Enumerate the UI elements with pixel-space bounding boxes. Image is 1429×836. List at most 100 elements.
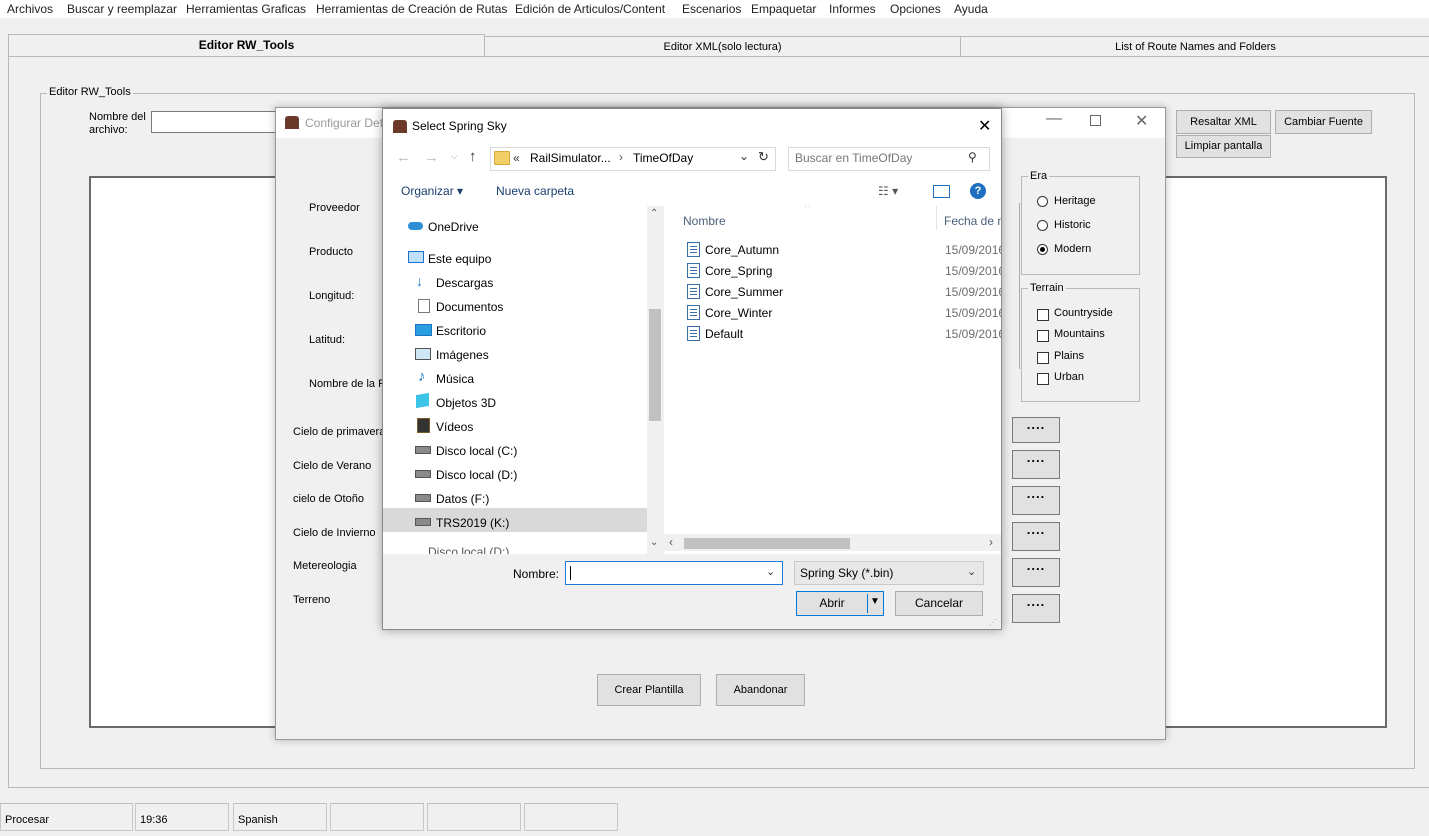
terrain-plains-checkbox[interactable] — [1037, 352, 1049, 364]
close-icon[interactable]: ✕ — [978, 116, 991, 136]
config-dialog-title: Configurar Det — [305, 116, 384, 130]
nav-item-musica[interactable]: Música — [436, 372, 474, 386]
file-icon — [687, 242, 700, 257]
chevron-down-icon[interactable]: ⌄ — [766, 565, 775, 578]
onedrive-icon — [408, 222, 423, 230]
tab-editor-xml[interactable]: Editor XML(solo lectura) — [484, 36, 961, 57]
file-core-winter[interactable]: Core_Winter — [705, 306, 772, 320]
menu-informes[interactable]: Informes — [829, 2, 876, 16]
preview-pane-icon[interactable] — [933, 185, 950, 198]
address-overflow[interactable]: « — [513, 151, 520, 165]
file-core-spring[interactable]: Core_Spring — [705, 264, 772, 278]
organize-menu[interactable]: Organizar ▾ — [401, 184, 463, 198]
nav-item-disco-d[interactable]: Disco local (D:) — [436, 468, 517, 482]
highlight-xml-button[interactable]: Resaltar XML — [1176, 110, 1271, 134]
menu-ayuda[interactable]: Ayuda — [954, 2, 988, 16]
browse-autumn-button[interactable]: .... — [1012, 486, 1060, 515]
era-historic-radio[interactable] — [1037, 220, 1048, 231]
clear-screen-button[interactable]: Limpiar pantalla — [1176, 135, 1271, 158]
file-date: 15/09/2016 — [945, 243, 1001, 257]
scroll-right-icon[interactable]: › — [989, 535, 993, 549]
minimize-icon[interactable]: — — [1046, 110, 1062, 128]
nav-item-disco-c[interactable]: Disco local (C:) — [436, 444, 517, 458]
column-divider[interactable] — [936, 206, 937, 230]
resize-grip-icon[interactable]: ⋰ — [989, 618, 997, 627]
terrain-urban-checkbox[interactable] — [1037, 373, 1049, 385]
file-default[interactable]: Default — [705, 327, 743, 341]
file-list-scroll-thumb[interactable] — [684, 538, 850, 549]
open-split-button[interactable]: Abrir ▼ — [796, 591, 884, 616]
scroll-down-icon[interactable]: ⌄ — [650, 537, 658, 548]
tab-editor-rw-tools[interactable]: Editor RW_Tools — [8, 34, 485, 57]
view-options-icon[interactable]: ☷ ▾ — [878, 184, 898, 198]
tab-route-names[interactable]: List of Route Names and Folders — [960, 36, 1429, 57]
open-button[interactable]: Abrir — [797, 592, 867, 615]
new-folder-button[interactable]: Nueva carpeta — [496, 184, 574, 198]
maximize-icon[interactable] — [1090, 115, 1101, 126]
status-cell-empty — [330, 803, 424, 831]
scroll-up-icon[interactable]: ⌃ — [650, 208, 658, 219]
nav-item-videos[interactable]: Vídeos — [436, 420, 473, 434]
browse-terrain-button[interactable]: .... — [1012, 594, 1060, 623]
nav-item-documentos[interactable]: Documentos — [436, 300, 503, 314]
file-core-summer[interactable]: Core_Summer — [705, 285, 783, 299]
nav-item-datos-f[interactable]: Datos (F:) — [436, 492, 489, 506]
app-icon — [393, 120, 407, 133]
nav-item-imagenes[interactable]: Imágenes — [436, 348, 489, 362]
label-cielo-invierno: Cielo de Invierno — [293, 527, 376, 539]
menu-archivos[interactable]: Archivos — [7, 2, 53, 16]
menu-herramientas-graficas[interactable]: Herramientas Graficas — [186, 2, 306, 16]
caret-down-icon[interactable]: ▼ — [870, 596, 880, 607]
browse-spring-button[interactable]: .... — [1012, 417, 1060, 443]
back-arrow-icon[interactable]: ← — [396, 149, 411, 166]
nav-scroll-thumb[interactable] — [649, 309, 661, 421]
menu-herramientas-rutas[interactable]: Herramientas de Creación de Rutas — [316, 2, 507, 16]
nav-item-escritorio[interactable]: Escritorio — [436, 324, 486, 338]
nav-item-descargas[interactable]: Descargas — [436, 276, 493, 290]
create-template-button[interactable]: Crear Plantilla — [597, 674, 701, 706]
file-list: Nombre ^ Fecha de m Core_Autumn 15/09/20… — [664, 206, 1001, 554]
browse-winter-button[interactable]: .... — [1012, 522, 1060, 551]
browse-summer-button[interactable]: .... — [1012, 450, 1060, 479]
column-header-name[interactable]: Nombre — [683, 214, 726, 228]
up-arrow-icon[interactable]: ↑ — [469, 148, 477, 165]
search-icon[interactable]: ⚲ — [968, 150, 977, 164]
terrain-countryside-checkbox[interactable] — [1037, 309, 1049, 321]
address-parent[interactable]: RailSimulator... — [530, 151, 611, 165]
file-type-dropdown[interactable]: Spring Sky (*.bin) ⌄ — [794, 561, 984, 585]
cancel-button[interactable]: Cancelar — [895, 591, 983, 616]
nav-item-este-equipo[interactable]: Este equipo — [428, 252, 491, 266]
filename-input[interactable] — [151, 111, 283, 133]
era-modern-radio[interactable] — [1037, 244, 1048, 255]
drive-icon — [415, 494, 431, 502]
close-icon[interactable]: ✕ — [1135, 111, 1148, 131]
forward-arrow-icon[interactable]: → — [424, 149, 439, 166]
abandon-button[interactable]: Abandonar — [716, 674, 805, 706]
nav-item-disco-d-partial[interactable]: Disco local (D:) — [428, 545, 509, 554]
chevron-down-icon[interactable]: ⌄ — [739, 149, 749, 163]
refresh-icon[interactable]: ↻ — [758, 149, 769, 165]
file-core-autumn[interactable]: Core_Autumn — [705, 243, 779, 257]
menu-escenarios[interactable]: Escenarios — [682, 2, 741, 16]
scroll-left-icon[interactable]: ‹ — [669, 535, 673, 549]
drive-icon — [415, 446, 431, 454]
nav-item-objetos-3d[interactable]: Objetos 3D — [436, 396, 496, 410]
terrain-mountains-checkbox[interactable] — [1037, 330, 1049, 342]
column-header-date[interactable]: Fecha de m — [944, 214, 1001, 228]
nav-item-onedrive[interactable]: OneDrive — [428, 220, 479, 234]
help-icon[interactable]: ? — [970, 183, 986, 199]
browse-weather-button[interactable]: .... — [1012, 558, 1060, 587]
menu-empaquetar[interactable]: Empaquetar — [751, 2, 816, 16]
era-heritage-radio[interactable] — [1037, 196, 1048, 207]
change-font-button[interactable]: Cambiar Fuente — [1275, 110, 1372, 134]
chevron-down-icon[interactable]: ⌄ — [967, 565, 976, 578]
menu-edicion-articulos[interactable]: Edición de Articulos/Content — [515, 2, 665, 16]
era-group-label: Era — [1028, 170, 1050, 182]
recent-dropdown-icon[interactable]: ⌵ — [451, 151, 458, 162]
address-current[interactable]: TimeOfDay — [633, 151, 693, 165]
menu-buscar-reemplazar[interactable]: Buscar y reemplazar — [67, 2, 177, 16]
nav-item-trs2019-k[interactable]: TRS2019 (K:) — [436, 516, 509, 530]
menu-opciones[interactable]: Opciones — [890, 2, 941, 16]
filename-combobox[interactable]: ⌄ — [565, 561, 783, 585]
pictures-icon — [415, 348, 431, 360]
